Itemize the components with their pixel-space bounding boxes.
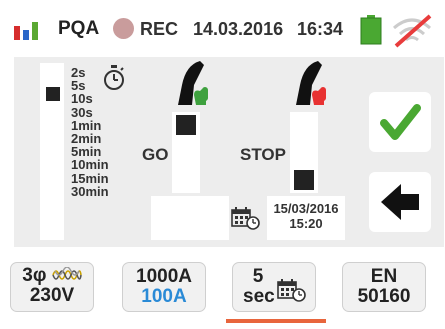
interval-option[interactable]: 30s <box>71 105 109 119</box>
stop-time: 15:20 <box>289 216 323 231</box>
status-time: 16:34 <box>297 19 344 39</box>
tab-interval-value: 5 <box>252 266 264 287</box>
status-date: 14.03.2016 <box>193 19 284 39</box>
tab-interval[interactable]: 5 sec <box>232 262 316 312</box>
active-tab-indicator <box>226 319 326 323</box>
three-phase-coil-icon <box>51 266 82 280</box>
interval-option[interactable]: 10s <box>71 92 109 105</box>
go-slider[interactable] <box>172 112 200 193</box>
stop-slider-knob[interactable] <box>294 170 314 190</box>
go-slider-knob[interactable] <box>176 115 196 135</box>
app-name: PQA <box>58 18 100 39</box>
tab-interval-unit: sec <box>243 286 275 307</box>
stopwatch-icon <box>104 65 124 90</box>
app-bars-icon <box>14 22 38 40</box>
back-button[interactable] <box>369 172 431 232</box>
tab-current-range: 1000A <box>136 266 192 287</box>
calendar-clock-icon <box>231 207 260 230</box>
tab-standard[interactable]: EN 50160 <box>342 262 426 312</box>
tab-current-value: 100A <box>141 286 187 307</box>
confirm-button[interactable] <box>369 92 431 152</box>
stop-date: 15/03/2016 <box>273 201 339 216</box>
stop-finger-icon <box>296 61 326 105</box>
tab-system-line1: 3φ <box>11 263 93 286</box>
main-panel: 2s 5s 10s 30s 1min 2min 5min 10min 15min… <box>14 57 444 247</box>
rec-dot-icon <box>113 18 134 39</box>
stop-slider[interactable] <box>290 112 318 193</box>
tab-system[interactable]: 3φ 230V <box>10 262 94 312</box>
arrow-left-icon <box>381 184 419 220</box>
tab-standard-line2: 50160 <box>357 286 411 307</box>
tab-system-voltage: 230V <box>29 285 75 306</box>
interval-option[interactable]: 15min <box>71 171 109 185</box>
battery-icon <box>360 15 382 45</box>
stop-datetime: 15/03/2016 15:20 <box>267 201 345 231</box>
interval-slider[interactable] <box>40 63 64 240</box>
tab-system-phase: 3φ <box>22 265 47 286</box>
checkmark-icon <box>380 104 421 140</box>
tab-standard-line1: EN <box>370 266 398 287</box>
wifi-off-icon <box>393 14 432 48</box>
go-datetime-box[interactable] <box>151 196 229 240</box>
interval-option[interactable]: 30min <box>71 185 109 198</box>
rec-label: REC <box>140 19 179 39</box>
interval-option[interactable]: 1min <box>71 119 109 132</box>
go-finger-icon <box>178 61 208 105</box>
stop-label: STOP <box>240 145 286 164</box>
tab-current[interactable]: 1000A 100A <box>122 262 206 312</box>
go-label: GO <box>142 145 169 164</box>
calendar-clock-icon <box>277 279 306 302</box>
interval-option[interactable]: 10min <box>71 158 109 171</box>
status-bar: PQA REC 14.03.2016 16:34 <box>0 0 445 52</box>
interval-slider-knob[interactable] <box>46 87 60 101</box>
